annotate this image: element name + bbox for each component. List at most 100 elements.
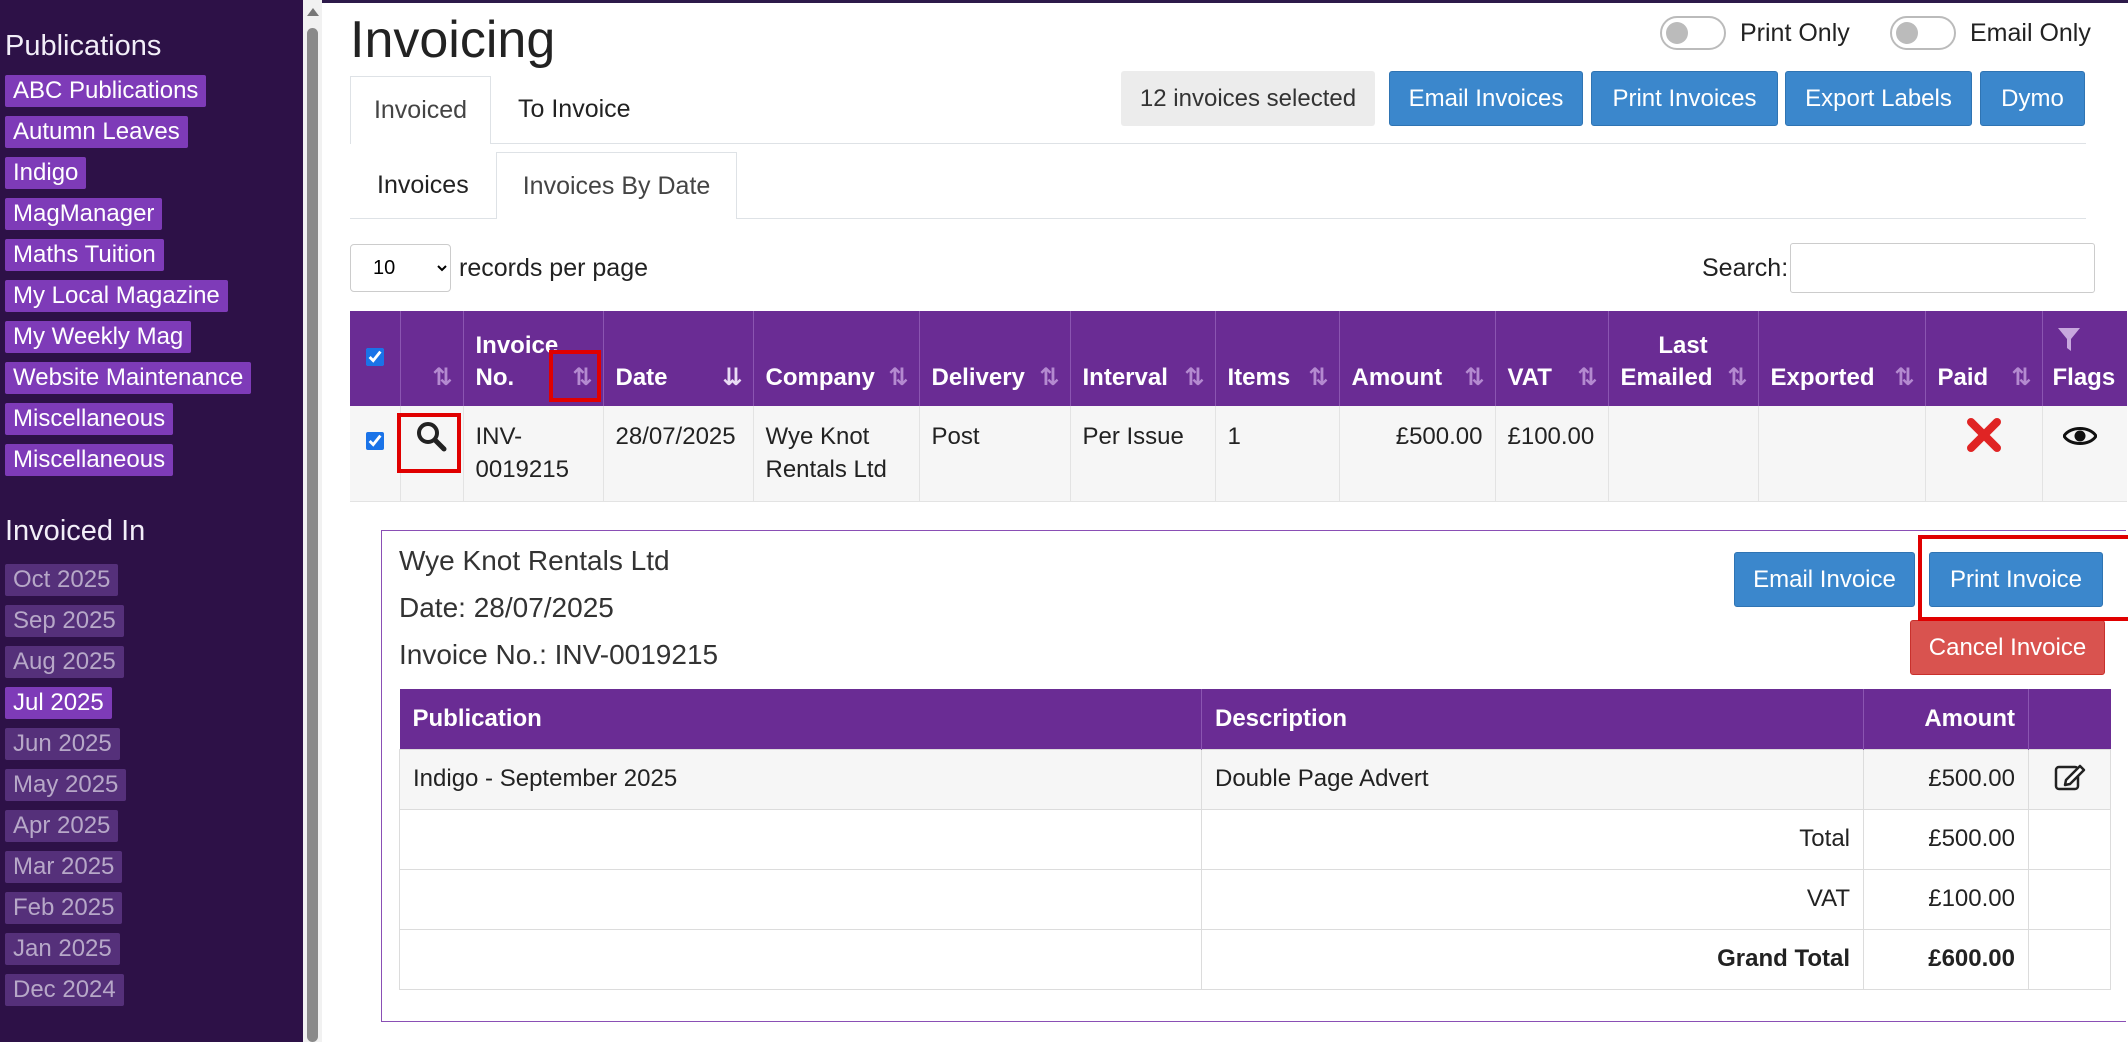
sidebar-publication-indigo[interactable]: Indigo bbox=[5, 157, 87, 189]
edit-icon[interactable] bbox=[2054, 761, 2086, 791]
sort-icon[interactable]: ⇅ bbox=[1577, 362, 1597, 394]
sidebar-publication-autumn-leaves[interactable]: Autumn Leaves bbox=[5, 116, 188, 148]
column-delivery[interactable]: Delivery ⇅ bbox=[919, 311, 1071, 406]
cancel-invoice-button[interactable]: Cancel Invoice bbox=[1910, 620, 2105, 675]
column-last-emailed-line1: Last bbox=[1658, 332, 1708, 359]
total-row: Total £500.00 bbox=[399, 808, 2111, 870]
column-company[interactable]: Company ⇅ bbox=[753, 311, 920, 406]
sidebar-publication-miscellaneous-2[interactable]: Miscellaneous bbox=[5, 444, 174, 476]
records-per-page: 10 records per page bbox=[350, 244, 648, 292]
row-select-cell bbox=[350, 406, 401, 502]
table-row[interactable]: INV- 0019215 28/07/2025 Wye Knot Rentals… bbox=[350, 406, 2128, 502]
line-edit-cell bbox=[2028, 748, 2111, 810]
sidebar-month-apr-2025[interactable]: Apr 2025 bbox=[5, 810, 119, 842]
total-actions-empty bbox=[2028, 808, 2111, 870]
column-date[interactable]: Date ⇊ bbox=[603, 311, 754, 406]
print-invoice-button[interactable]: Print Invoice bbox=[1929, 552, 2103, 607]
invoice-detail-panel: Wye Knot Rentals Ltd Date: 28/07/2025 In… bbox=[381, 530, 2126, 1022]
sort-descending-icon[interactable]: ⇊ bbox=[722, 362, 742, 394]
records-per-page-select[interactable]: 10 bbox=[350, 244, 451, 292]
sidebar-publication-maths-tuition[interactable]: Maths Tuition bbox=[5, 239, 164, 271]
row-select-checkbox[interactable] bbox=[365, 432, 384, 450]
detail-date: Date: 28/07/2025 bbox=[399, 592, 614, 623]
sort-icon[interactable]: ⇅ bbox=[1464, 362, 1484, 394]
column-last-emailed[interactable]: Last Emailed ⇅ bbox=[1608, 311, 1759, 406]
sidebar-publication-magmanager[interactable]: MagManager bbox=[5, 198, 163, 230]
sidebar-month-dec-2024[interactable]: Dec 2024 bbox=[5, 974, 124, 1006]
sidebar-publication-my-local-magazine[interactable]: My Local Magazine bbox=[5, 280, 228, 312]
sidebar-month-sep-2025[interactable]: Sep 2025 bbox=[5, 605, 124, 637]
column-invoice-no-line1: Invoice bbox=[475, 332, 559, 359]
column-invoice-no[interactable]: Invoice No. ⇅ bbox=[463, 311, 604, 406]
search-label: Search: bbox=[1702, 253, 1789, 282]
page-scrollbar[interactable] bbox=[303, 0, 322, 1042]
sidebar-publication-miscellaneous[interactable]: Miscellaneous bbox=[5, 403, 174, 435]
sidebar-month-jan-2025[interactable]: Jan 2025 bbox=[5, 933, 120, 965]
print-only-toggle[interactable]: Print Only bbox=[1660, 16, 1850, 50]
sidebar: Publications ABC Publications Autumn Lea… bbox=[0, 0, 303, 1042]
sidebar-month-oct-2025[interactable]: Oct 2025 bbox=[5, 564, 119, 596]
sort-icon[interactable]: ⇅ bbox=[1184, 362, 1204, 394]
sort-icon[interactable]: ⇅ bbox=[1894, 362, 1914, 394]
magnifier-icon[interactable] bbox=[415, 420, 447, 452]
grand-total-label: Grand Total bbox=[1201, 928, 1864, 990]
row-amount: £500.00 bbox=[1339, 406, 1496, 502]
detail-column-amount: Amount bbox=[1863, 689, 2029, 749]
sort-icon[interactable]: ⇅ bbox=[1308, 362, 1328, 394]
column-flags-label: Flags bbox=[2052, 364, 2116, 391]
column-amount[interactable]: Amount ⇅ bbox=[1339, 311, 1496, 406]
search-input[interactable] bbox=[1790, 243, 2096, 293]
vat-row: VAT £100.00 bbox=[399, 868, 2111, 930]
tab-to-invoice[interactable]: To Invoice bbox=[491, 75, 658, 143]
grand-total-row: Grand Total £600.00 bbox=[399, 928, 2111, 990]
sidebar-month-jul-2025[interactable]: Jul 2025 bbox=[5, 687, 112, 719]
email-only-toggle[interactable]: Email Only bbox=[1890, 16, 2091, 50]
search: Search: bbox=[1702, 243, 2096, 293]
sidebar-publication-website-maintenance[interactable]: Website Maintenance bbox=[5, 362, 252, 394]
tab-invoiced[interactable]: Invoiced bbox=[350, 76, 491, 144]
column-flags[interactable]: Flags bbox=[2042, 311, 2128, 406]
column-paid[interactable]: Paid ⇅ bbox=[1925, 311, 2043, 406]
eye-icon[interactable] bbox=[2061, 424, 2098, 448]
column-items-label: Items bbox=[1227, 364, 1291, 391]
sort-icon[interactable]: ⇅ bbox=[888, 362, 908, 394]
sidebar-month-feb-2025[interactable]: Feb 2025 bbox=[5, 892, 123, 924]
sort-icon[interactable]: ⇅ bbox=[432, 362, 452, 394]
scroll-thumb[interactable] bbox=[307, 28, 318, 1042]
invoiced-in-heading: Invoiced In bbox=[5, 515, 146, 547]
sort-icon[interactable]: ⇅ bbox=[572, 362, 592, 394]
tab-invoices-by-date[interactable]: Invoices By Date bbox=[495, 152, 738, 219]
column-interval[interactable]: Interval ⇅ bbox=[1070, 311, 1216, 406]
page-title: Invoicing bbox=[350, 11, 556, 69]
email-invoice-button[interactable]: Email Invoice bbox=[1734, 552, 1915, 607]
sidebar-month-mar-2025[interactable]: Mar 2025 bbox=[5, 851, 123, 883]
tab-invoices[interactable]: Invoices bbox=[350, 151, 496, 218]
sidebar-month-may-2025[interactable]: May 2025 bbox=[5, 769, 127, 801]
line-amount: £500.00 bbox=[1863, 748, 2029, 810]
sidebar-month-aug-2025[interactable]: Aug 2025 bbox=[5, 646, 124, 678]
total-empty bbox=[399, 808, 1202, 870]
select-all-checkbox[interactable] bbox=[365, 347, 384, 366]
column-delivery-label: Delivery bbox=[931, 364, 1025, 391]
expand-column-header[interactable]: ⇅ bbox=[400, 311, 464, 406]
print-only-label: Print Only bbox=[1740, 18, 1850, 47]
sort-icon[interactable]: ⇅ bbox=[2011, 362, 2031, 394]
sidebar-publication-abc[interactable]: ABC Publications bbox=[5, 75, 207, 107]
sort-icon[interactable]: ⇅ bbox=[1039, 362, 1059, 394]
email-only-switch[interactable] bbox=[1890, 16, 1956, 50]
scroll-up-arrow-icon[interactable] bbox=[307, 8, 319, 16]
row-items: 1 bbox=[1215, 406, 1340, 502]
column-exported[interactable]: Exported ⇅ bbox=[1758, 311, 1926, 406]
row-invoice-no-line1: INV- bbox=[475, 423, 523, 450]
sort-icon[interactable]: ⇅ bbox=[1727, 362, 1747, 394]
column-items[interactable]: Items ⇅ bbox=[1215, 311, 1340, 406]
sidebar-publication-my-weekly-mag[interactable]: My Weekly Mag bbox=[5, 321, 192, 353]
unpaid-cross-icon[interactable] bbox=[1965, 416, 2003, 454]
column-vat[interactable]: VAT ⇅ bbox=[1495, 311, 1609, 406]
vat-value: £100.00 bbox=[1863, 868, 2029, 930]
row-invoice-no: INV- 0019215 bbox=[463, 406, 604, 502]
print-only-switch[interactable] bbox=[1660, 16, 1726, 50]
invoice-lines-table: Publication Description Amount Indigo - … bbox=[399, 689, 2111, 990]
filter-icon[interactable] bbox=[2057, 327, 2081, 353]
sidebar-month-jun-2025[interactable]: Jun 2025 bbox=[5, 728, 120, 760]
